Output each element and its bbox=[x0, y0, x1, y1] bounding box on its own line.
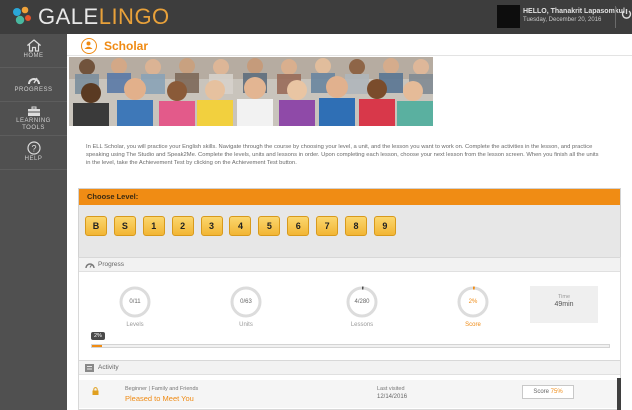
overall-progress-tooltip: 2% bbox=[91, 332, 105, 340]
stat-levels: 0/11 Levels bbox=[105, 285, 165, 328]
time-value: 49min bbox=[554, 301, 574, 308]
sidebar-item-label: LEARNING TOOLS bbox=[16, 118, 51, 131]
level-button-b[interactable]: B bbox=[85, 216, 107, 236]
activity-row[interactable]: Beginner | Family and Friends Pleased to… bbox=[79, 380, 620, 408]
avatar[interactable] bbox=[497, 5, 520, 28]
sidebar: HOME PROGRESS LEARNING TOOLS ? HELP bbox=[0, 34, 67, 410]
home-icon bbox=[26, 39, 41, 52]
score-button-value: 75% bbox=[550, 389, 563, 395]
lock-icon bbox=[92, 387, 99, 395]
scrollbar-thumb[interactable] bbox=[617, 378, 621, 410]
lessons-ring: 4/280 bbox=[345, 285, 379, 319]
level-button-7[interactable]: 7 bbox=[316, 216, 339, 236]
scholar-icon bbox=[81, 38, 97, 54]
last-visited-date: 12/14/2016 bbox=[377, 394, 408, 400]
level-button-8[interactable]: 8 bbox=[345, 216, 368, 236]
activity-heading-bar: Activity bbox=[79, 361, 620, 375]
level-button-9[interactable]: 9 bbox=[373, 216, 396, 236]
activity-name-link[interactable]: Pleased to Meet You bbox=[125, 394, 194, 403]
progress-heading: Progress bbox=[98, 261, 125, 268]
units-ring: 0/63 bbox=[229, 285, 263, 319]
levels-value: 0/11 bbox=[129, 299, 141, 305]
app-window: GALELINGO HELLO, Thanakrit Lapasomkul Tu… bbox=[0, 0, 632, 410]
level-button-5[interactable]: 5 bbox=[258, 216, 281, 236]
top-divider bbox=[615, 6, 616, 28]
activity-list-icon bbox=[85, 364, 94, 372]
logo-text: GALELINGO bbox=[38, 4, 170, 30]
lessons-label: Lessons bbox=[350, 322, 374, 328]
students-banner-image bbox=[69, 57, 433, 126]
levels-ring: 0/11 bbox=[118, 285, 152, 319]
top-bar: GALELINGO HELLO, Thanakrit Lapasomkul Tu… bbox=[0, 0, 632, 34]
choose-level-heading: Choose Level: bbox=[79, 189, 620, 205]
stat-units: 0/63 Units bbox=[216, 285, 276, 328]
last-visited-label: Last visited bbox=[377, 386, 405, 392]
progress-heading-bar: Progress bbox=[79, 258, 620, 272]
overall-progress-bar bbox=[91, 344, 610, 348]
units-label: Units bbox=[239, 322, 253, 328]
power-icon[interactable] bbox=[621, 8, 632, 20]
sidebar-item-help[interactable]: ? HELP bbox=[0, 136, 67, 170]
level-button-4[interactable]: 4 bbox=[229, 216, 252, 236]
activity-heading: Activity bbox=[98, 364, 119, 371]
score-value: 2% bbox=[468, 299, 478, 305]
activity-panel: Activity Beginner | Family and Friends P… bbox=[78, 360, 621, 410]
lessons-value: 4/280 bbox=[354, 299, 370, 305]
overall-progress-fill bbox=[92, 345, 103, 347]
sidebar-item-label: HOME bbox=[23, 53, 44, 59]
score-label: Score bbox=[465, 322, 481, 328]
user-greeting: HELLO, Thanakrit Lapasomkul bbox=[523, 8, 625, 15]
levels-label: Levels bbox=[126, 322, 144, 328]
level-button-2[interactable]: 2 bbox=[171, 216, 194, 236]
toolbox-icon bbox=[27, 106, 40, 116]
activity-category: Beginner | Family and Friends bbox=[125, 386, 199, 392]
page-header: Scholar bbox=[67, 34, 632, 56]
logo-text-lingo: LINGO bbox=[98, 4, 170, 29]
progress-gauge-icon bbox=[85, 263, 95, 269]
main-content: Scholar In ELL Scholar, you will practic… bbox=[67, 34, 632, 410]
score-ring: 2% bbox=[456, 285, 490, 319]
stat-lessons: 4/280 Lessons bbox=[332, 285, 392, 328]
user-info: HELLO, Thanakrit Lapasomkul Tuesday, Dec… bbox=[523, 7, 625, 25]
intro-text: In ELL Scholar, you will practice your E… bbox=[86, 144, 599, 166]
current-date: Tuesday, December 20, 2016 bbox=[523, 17, 602, 23]
time-box: Time 49min bbox=[530, 286, 598, 323]
progress-gauge-icon bbox=[27, 77, 40, 85]
level-button-s[interactable]: S bbox=[113, 216, 136, 236]
logo-mark-icon bbox=[13, 6, 31, 25]
time-label: Time bbox=[557, 294, 571, 300]
page-title: Scholar bbox=[104, 39, 149, 53]
units-value: 0/63 bbox=[240, 299, 252, 305]
level-button-3[interactable]: 3 bbox=[200, 216, 223, 236]
logo-text-gale: GALE bbox=[38, 4, 99, 29]
score-button-label: Score bbox=[533, 389, 549, 395]
score-button[interactable]: Score 75% bbox=[522, 385, 574, 399]
sidebar-item-label: PROGRESS bbox=[14, 87, 53, 93]
stat-score: 2% Score bbox=[443, 285, 503, 328]
level-buttons: B S 1 2 3 4 5 6 7 8 9 bbox=[85, 216, 403, 236]
svg-text:?: ? bbox=[31, 144, 36, 154]
galelingo-logo[interactable]: GALELINGO bbox=[10, 4, 170, 30]
sidebar-item-home[interactable]: HOME bbox=[0, 34, 67, 68]
help-icon: ? bbox=[26, 141, 41, 155]
sidebar-item-label: HELP bbox=[24, 156, 43, 162]
level-button-6[interactable]: 6 bbox=[287, 216, 310, 236]
level-button-1[interactable]: 1 bbox=[142, 216, 165, 236]
sidebar-item-progress[interactable]: PROGRESS bbox=[0, 68, 67, 102]
sidebar-item-learning-tools[interactable]: LEARNING TOOLS bbox=[0, 102, 67, 136]
